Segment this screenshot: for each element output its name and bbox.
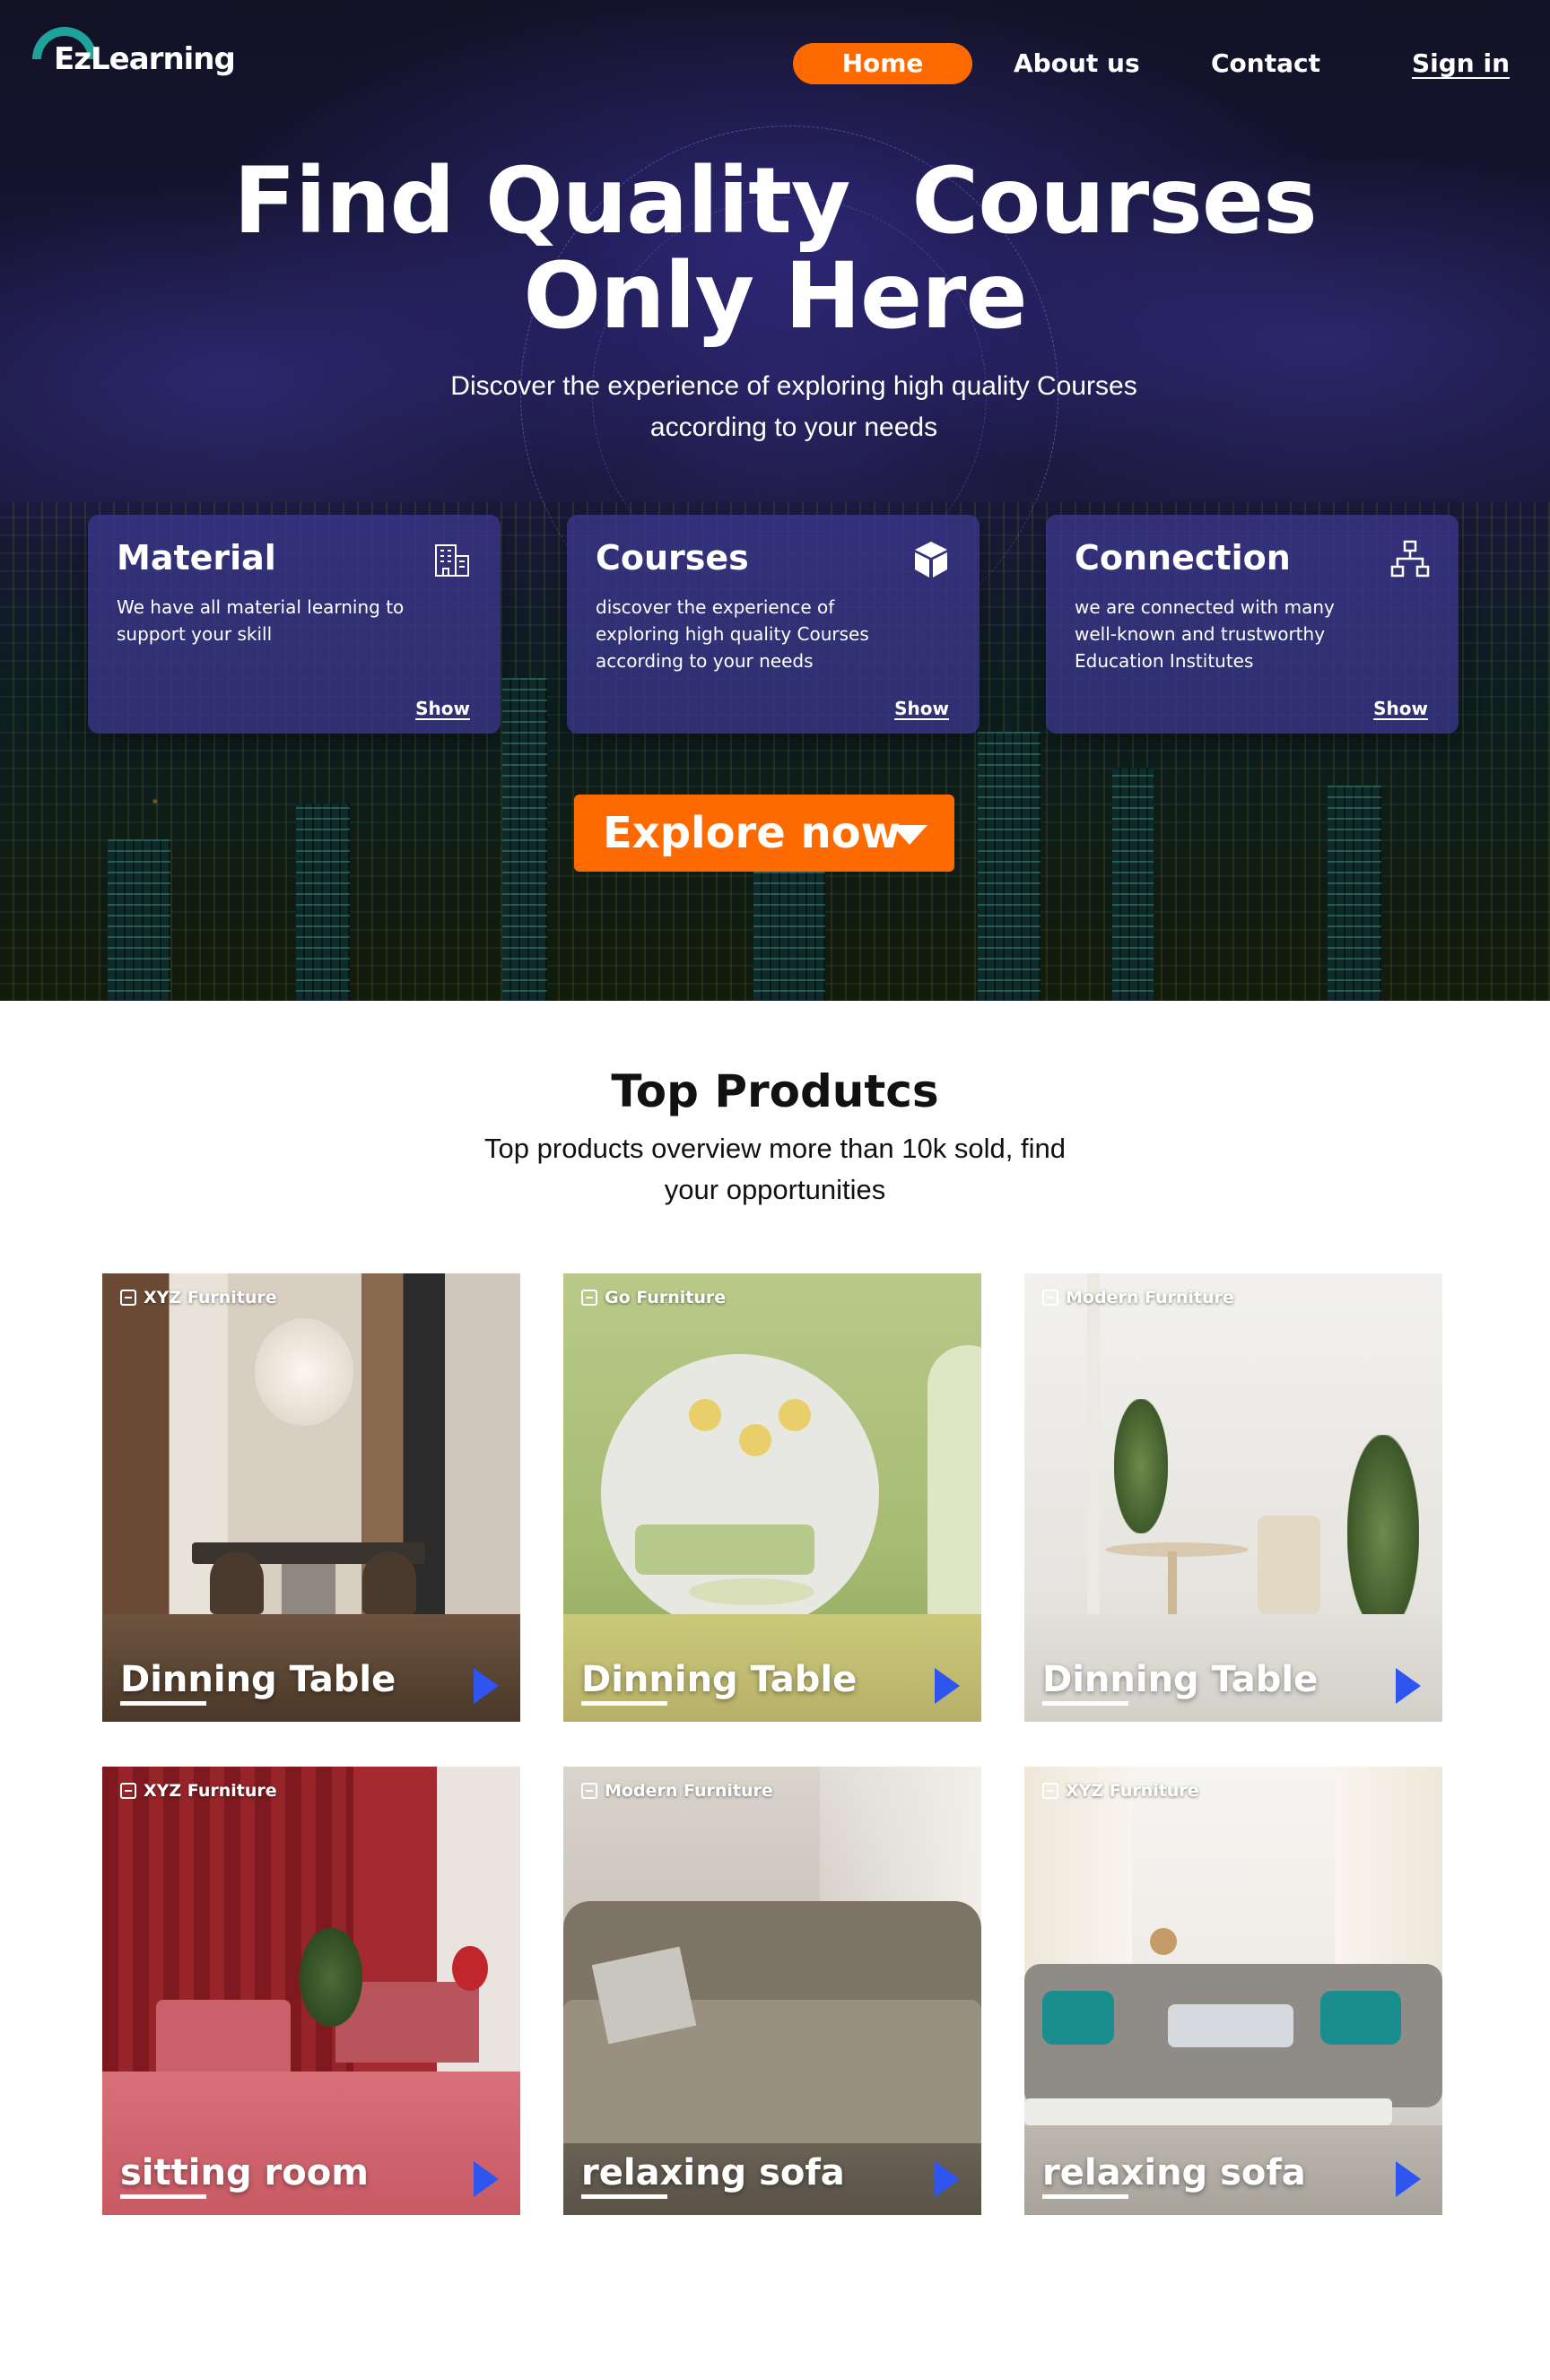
- product-card[interactable]: XYZ Furniture relaxing sofa: [1024, 1767, 1442, 2215]
- red-room-image: [102, 1767, 520, 2215]
- product-card[interactable]: Modern Furniture relaxing sofa: [563, 1767, 981, 2215]
- store-icon: [1042, 1290, 1058, 1306]
- feature-description: we are connected with many well-known an…: [1075, 596, 1335, 672]
- vendor-name: Modern Furniture: [1066, 1288, 1234, 1307]
- store-icon: [581, 1783, 597, 1799]
- play-icon[interactable]: [1396, 2161, 1421, 2197]
- caret-down-icon: [892, 825, 927, 845]
- feature-card-material: Material We have all material learning t…: [88, 515, 501, 734]
- hero-title-line1: Find Quality Courses: [233, 148, 1318, 255]
- logo-text: EzLearning: [54, 41, 236, 77]
- store-icon: [1042, 1783, 1058, 1799]
- vendor-name: Modern Furniture: [605, 1781, 773, 1801]
- cube-icon: [915, 542, 947, 578]
- vendor-tag: Modern Furniture: [1042, 1288, 1234, 1307]
- section-subtitle-line2: your opportunities: [664, 1174, 886, 1205]
- feature-card-courses: Courses discover the experience of explo…: [567, 515, 980, 734]
- dining-room-image: [102, 1273, 520, 1722]
- vendor-tag: Modern Furniture: [581, 1781, 773, 1801]
- product-title: Dinning Table: [120, 1659, 396, 1700]
- play-icon[interactable]: [935, 2161, 960, 2197]
- feature-title: Courses: [596, 538, 749, 578]
- product-title: sitting room: [120, 2152, 369, 2193]
- hero-section: EzLearning Home About us Contact Sign in…: [0, 0, 1550, 1001]
- vendor-name: XYZ Furniture: [144, 1288, 277, 1307]
- feature-title: Connection: [1075, 538, 1291, 578]
- hero-subtitle-line1: Discover the experience of exploring hig…: [450, 371, 1137, 401]
- play-icon[interactable]: [474, 1668, 499, 1704]
- title-underline: [1042, 2194, 1128, 2199]
- product-title: relaxing sofa: [581, 2152, 845, 2193]
- feature-show-link[interactable]: Show: [894, 698, 949, 719]
- explore-now-label: Explore now: [603, 808, 901, 858]
- network-icon: [1390, 540, 1430, 578]
- vendor-tag: XYZ Furniture: [1042, 1781, 1199, 1801]
- product-card[interactable]: XYZ Furniture sitting room: [102, 1767, 520, 2215]
- hero-subtitle-line2: according to your needs: [649, 413, 938, 442]
- play-icon[interactable]: [1396, 1668, 1421, 1704]
- sign-in-link[interactable]: Sign in: [1412, 43, 1510, 84]
- feature-card-connection: Connection we are connected with many we…: [1046, 515, 1459, 734]
- white-room-image: [1024, 1273, 1442, 1722]
- title-underline: [120, 2194, 206, 2199]
- vendor-tag: XYZ Furniture: [120, 1288, 277, 1307]
- product-title: Dinning Table: [1042, 1659, 1319, 1700]
- title-underline: [120, 1701, 206, 1706]
- product-card[interactable]: Go Furniture Dinning Table: [563, 1273, 981, 1722]
- hero-title: Find Quality Courses Only Here: [0, 154, 1550, 344]
- feature-show-link[interactable]: Show: [1373, 698, 1428, 719]
- hero-title-line2: Only Here: [523, 243, 1027, 350]
- vendor-name: XYZ Furniture: [144, 1781, 277, 1801]
- product-title: Dinning Table: [581, 1659, 858, 1700]
- explore-now-button[interactable]: Explore now: [574, 795, 954, 872]
- green-room-image: [563, 1273, 981, 1722]
- building-icon: [435, 544, 469, 577]
- grey-sofa-image: [563, 1767, 981, 2215]
- vendor-name: Go Furniture: [605, 1288, 727, 1307]
- vendor-name: XYZ Furniture: [1066, 1781, 1199, 1801]
- vendor-tag: XYZ Furniture: [120, 1781, 277, 1801]
- title-underline: [581, 1701, 667, 1706]
- section-subtitle-line1: Top products overview more than 10k sold…: [484, 1133, 1066, 1164]
- product-title: relaxing sofa: [1042, 2152, 1306, 2193]
- store-icon: [120, 1783, 136, 1799]
- hero-subtitle: Discover the experience of exploring hig…: [359, 366, 1229, 448]
- nav-home-button[interactable]: Home: [793, 43, 972, 84]
- tufted-sofa-image: [1024, 1767, 1442, 2215]
- nav-contact-link[interactable]: Contact: [1211, 43, 1320, 84]
- nav-about-link[interactable]: About us: [1014, 43, 1140, 84]
- vendor-tag: Go Furniture: [581, 1288, 726, 1307]
- feature-description: discover the experience of exploring hig…: [596, 596, 869, 672]
- product-card[interactable]: Modern Furniture Dinning Table: [1024, 1273, 1442, 1722]
- title-underline: [1042, 1701, 1128, 1706]
- title-underline: [581, 2194, 667, 2199]
- play-icon[interactable]: [935, 1668, 960, 1704]
- logo[interactable]: EzLearning: [32, 25, 248, 79]
- feature-show-link[interactable]: Show: [415, 698, 470, 719]
- feature-title: Material: [117, 538, 276, 578]
- play-icon[interactable]: [474, 2161, 499, 2197]
- section-title: Top Produtcs: [611, 1065, 939, 1117]
- product-card[interactable]: XYZ Furniture Dinning Table: [102, 1273, 520, 1722]
- store-icon: [120, 1290, 136, 1306]
- section-subtitle: Top products overview more than 10k sold…: [440, 1128, 1110, 1211]
- store-icon: [581, 1290, 597, 1306]
- feature-description: We have all material learning to support…: [117, 596, 405, 645]
